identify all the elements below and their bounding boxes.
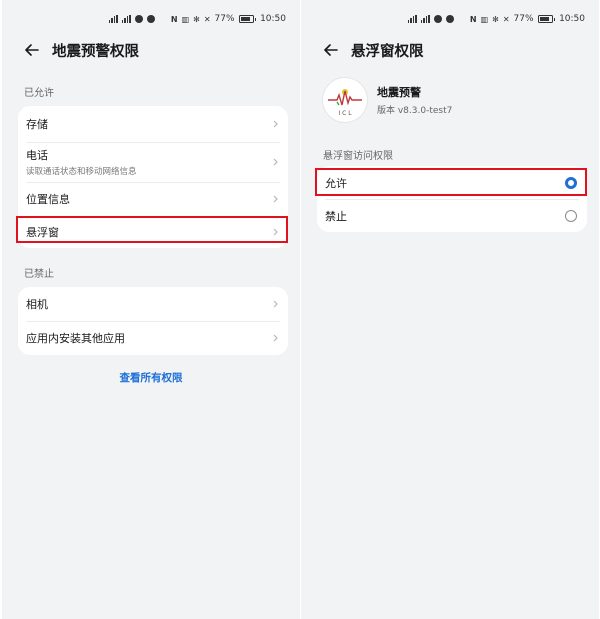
permission-item-location[interactable]: 位置信息	[18, 182, 288, 216]
permission-item-floating-window[interactable]: 悬浮窗	[18, 216, 288, 248]
permission-item-phone[interactable]: 电话 读取通话状态和移动网络信息	[18, 142, 288, 182]
allowed-permissions-card: 存储 电话 读取通话状态和移动网络信息 位置信息 悬浮窗	[18, 106, 288, 248]
permissions-screen: N ▥ ✻ ✕ 77% 10:50 地震预警权限 已允许 存储 电话 读取通话状…	[2, 0, 300, 619]
chevron-right-icon	[273, 195, 278, 203]
section-label-access: 悬浮窗访问权限	[323, 151, 393, 162]
chevron-right-icon	[273, 158, 278, 166]
view-all-permissions-link[interactable]: 查看所有权限	[2, 370, 300, 385]
chevron-right-icon	[273, 300, 278, 308]
permission-label: 电话	[26, 149, 48, 162]
header: 悬浮窗权限	[301, 38, 599, 62]
app-info: I C L 地震预警 版本 v8.3.0-test7	[323, 78, 452, 122]
permission-item-camera[interactable]: 相机	[18, 287, 288, 321]
nfc-icon: N	[469, 14, 477, 24]
app-version: 版本 v8.3.0-test7	[377, 106, 453, 116]
back-button[interactable]	[22, 40, 42, 60]
mute-icon: ✕	[502, 14, 510, 24]
option-deny[interactable]: 禁止	[317, 199, 587, 232]
permission-label: 存储	[26, 118, 48, 131]
option-allow[interactable]: 允许	[317, 166, 587, 199]
permission-item-install-apps[interactable]: 应用内安装其他应用	[18, 321, 288, 355]
chevron-right-icon	[273, 228, 278, 236]
nfc-icon: N	[170, 14, 178, 24]
page-title: 地震预警权限	[52, 43, 139, 60]
earthquake-wave-icon: I C L	[328, 89, 362, 117]
radio-unselected-icon[interactable]	[565, 209, 577, 222]
mute-icon: ✕	[203, 14, 211, 24]
status-bar: N ▥ ✻ ✕ 77% 10:50	[108, 12, 286, 26]
permission-description: 读取通话状态和移动网络信息	[26, 167, 137, 177]
page-title: 悬浮窗权限	[351, 43, 424, 60]
wifi-icon	[134, 15, 143, 23]
clock: 10:50	[559, 14, 585, 24]
chevron-right-icon	[273, 334, 278, 342]
status-bar: N ▥ ✻ ✕ 77% 10:50	[407, 12, 585, 26]
clock: 10:50	[260, 14, 286, 24]
permission-label: 相机	[26, 298, 48, 311]
vpn-icon	[146, 15, 155, 23]
signal-icon	[420, 15, 430, 23]
radio-selected-icon[interactable]	[565, 176, 577, 189]
app-name: 地震预警	[377, 86, 421, 99]
battery-icon	[238, 15, 257, 23]
back-arrow-icon	[324, 44, 338, 56]
section-label-denied: 已禁止	[24, 269, 54, 280]
back-arrow-icon	[25, 44, 39, 56]
permission-item-storage[interactable]: 存储	[18, 106, 288, 142]
denied-permissions-card: 相机 应用内安装其他应用	[18, 287, 288, 355]
option-label: 禁止	[325, 209, 347, 223]
battery-percent: 77%	[214, 14, 235, 24]
signal-icon	[407, 15, 417, 23]
battery-percent: 77%	[513, 14, 534, 24]
vpn-icon	[445, 15, 454, 23]
permission-label: 位置信息	[26, 193, 70, 206]
option-label: 允许	[325, 176, 347, 190]
bluetooth-icon: ✻	[193, 14, 200, 24]
vibrate-icon: ▥	[181, 14, 190, 24]
header: 地震预警权限	[2, 38, 300, 62]
section-label-allowed: 已允许	[24, 88, 54, 99]
chevron-right-icon	[273, 120, 278, 128]
permission-label: 悬浮窗	[26, 226, 59, 239]
signal-icon	[108, 15, 118, 23]
app-icon: I C L	[323, 78, 367, 122]
app-icon-letters: I C L	[338, 110, 352, 117]
wifi-icon	[433, 15, 442, 23]
back-button[interactable]	[321, 40, 341, 60]
vibrate-icon: ▥	[480, 14, 489, 24]
permission-label: 应用内安装其他应用	[26, 332, 125, 345]
floating-window-permission-screen: N ▥ ✻ ✕ 77% 10:50 悬浮窗权限 I C L 地震预警 版本 v8…	[301, 0, 599, 619]
bluetooth-icon: ✻	[492, 14, 499, 24]
signal-icon	[121, 15, 131, 23]
options-card: 允许 禁止	[317, 166, 587, 232]
battery-icon	[537, 15, 556, 23]
